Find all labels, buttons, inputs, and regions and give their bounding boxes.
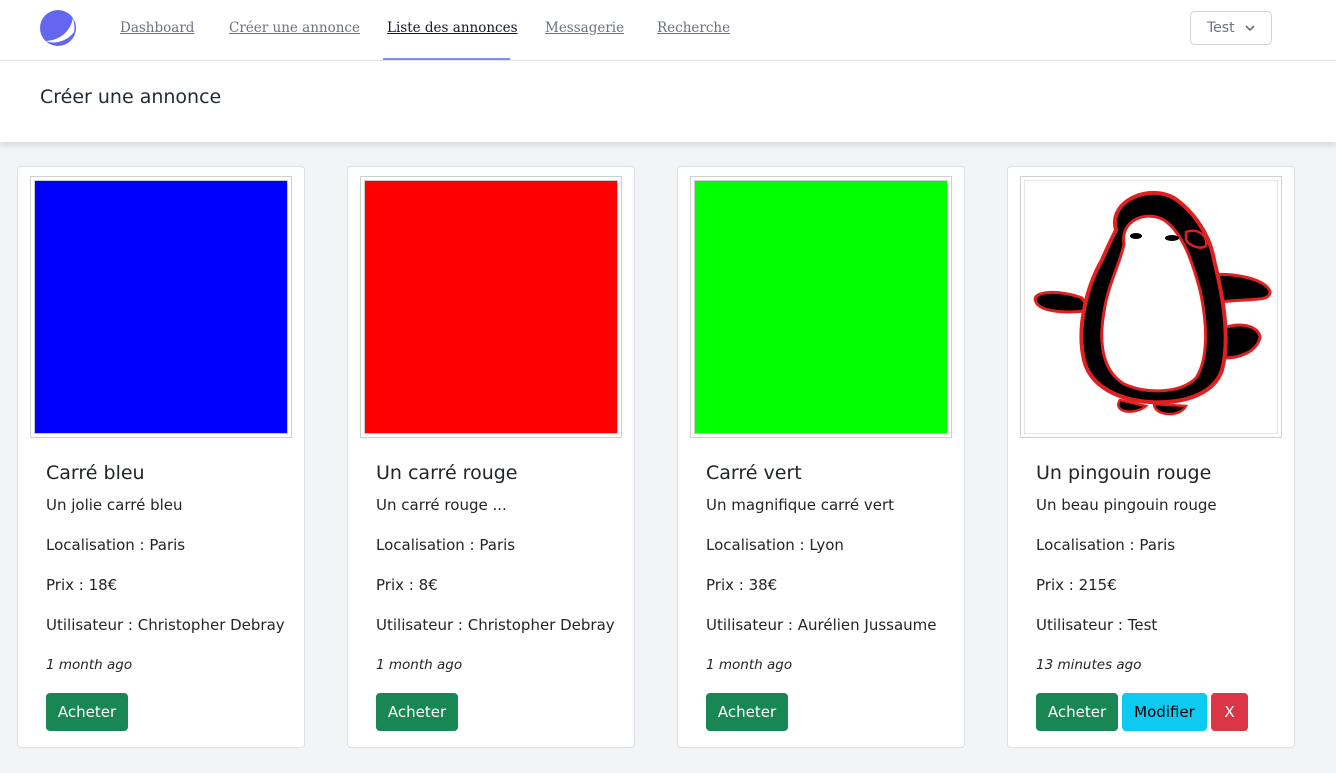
page-header: Créer une annonce [0, 61, 1336, 142]
user-menu-dropdown[interactable]: Test [1190, 11, 1272, 45]
buy-button[interactable]: Acheter [706, 693, 788, 731]
buy-button[interactable]: Acheter [376, 693, 458, 731]
listing-description: Un magnifique carré vert [706, 496, 895, 514]
crescent-logo-icon[interactable] [40, 10, 76, 46]
listing-time: 13 minutes ago [1036, 657, 1142, 673]
listing-time: 1 month ago [376, 657, 463, 673]
nav-link-listings[interactable]: Liste des annonces [387, 20, 518, 36]
listing-location: Localisation : Paris [376, 536, 516, 554]
top-navbar: Dashboard Créer une annonce Liste des an… [0, 0, 1336, 61]
listing-description: Un beau pingouin rouge [1036, 496, 1217, 514]
listing-time: 1 month ago [46, 657, 133, 673]
listing-location: Localisation : Lyon [706, 536, 844, 554]
listing-price: Prix : 18€ [46, 576, 118, 594]
red-square-image [364, 180, 618, 434]
blue-square-image [34, 180, 288, 434]
red-penguin-image [1024, 180, 1278, 434]
listing-title: Carré vert [706, 462, 802, 484]
listing-user: Utilisateur : Christopher Debray [376, 616, 615, 634]
listing-user: Utilisateur : Test [1036, 616, 1158, 634]
chevron-down-icon [1245, 25, 1255, 32]
listing-image [360, 176, 622, 438]
listing-price: Prix : 8€ [376, 576, 438, 594]
buy-button[interactable]: Acheter [1036, 693, 1118, 731]
nav-link-dashboard[interactable]: Dashboard [120, 20, 194, 36]
listing-user: Utilisateur : Aurélien Jussaume [706, 616, 937, 634]
listing-location: Localisation : Paris [46, 536, 186, 554]
listing-image [30, 176, 292, 438]
listing-title: Un pingouin rouge [1036, 462, 1212, 484]
listing-time: 1 month ago [706, 657, 793, 673]
nav-link-create-listing[interactable]: Créer une annonce [229, 20, 360, 36]
listing-user: Utilisateur : Christopher Debray [46, 616, 285, 634]
listing-title: Carré bleu [46, 462, 145, 484]
listing-title: Un carré rouge [376, 462, 518, 484]
nav-link-search[interactable]: Recherche [657, 20, 730, 36]
listing-image [690, 176, 952, 438]
green-square-image [694, 180, 948, 434]
edit-button[interactable]: Modifier [1122, 693, 1207, 731]
listing-location: Localisation : Paris [1036, 536, 1176, 554]
listing-card: Carré bleu Un jolie carré bleu Localisat… [17, 166, 305, 748]
page-title: Créer une annonce [40, 86, 222, 108]
active-tab-indicator [383, 58, 510, 60]
listing-description: Un carré rouge ... [376, 496, 507, 514]
user-name: Test [1207, 20, 1235, 36]
listing-card: Carré vert Un magnifique carré vert Loca… [677, 166, 965, 748]
listing-image [1020, 176, 1282, 438]
delete-button[interactable]: X [1211, 693, 1248, 731]
listing-description: Un jolie carré bleu [46, 496, 183, 514]
listing-card: Un pingouin rouge Un beau pingouin rouge… [1007, 166, 1295, 748]
listing-price: Prix : 215€ [1036, 576, 1117, 594]
nav-link-messaging[interactable]: Messagerie [545, 20, 624, 36]
listing-card: Un carré rouge Un carré rouge ... Locali… [347, 166, 635, 748]
listing-price: Prix : 38€ [706, 576, 778, 594]
buy-button[interactable]: Acheter [46, 693, 128, 731]
